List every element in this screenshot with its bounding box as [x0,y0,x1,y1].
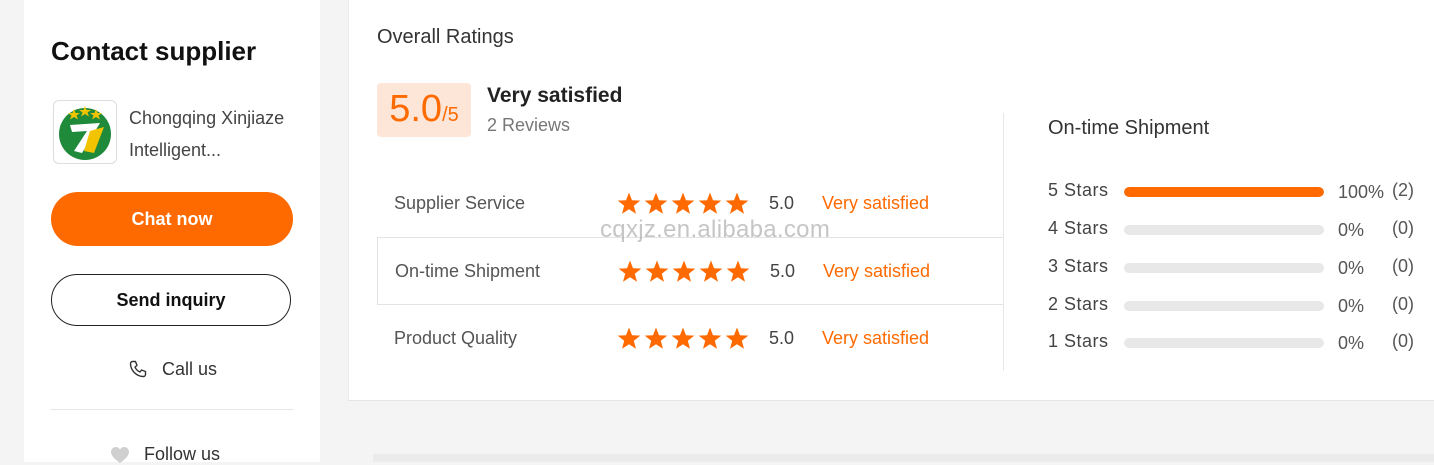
distribution-label: 4 Stars [1048,218,1109,238]
star-icon [725,327,749,349]
star-icon [617,192,641,214]
distribution-count: (0) [1392,294,1414,314]
distribution-label: 5 Stars [1048,180,1109,200]
reviews-count: 2 Reviews [487,115,571,135]
distribution-count: (0) [1392,331,1414,351]
star-icon [725,192,749,214]
distribution-count: (0) [1392,218,1414,238]
supplier-name[interactable]: Chongqing Xinjiaze Intelligent... [129,102,299,166]
distribution-count: (2) [1392,180,1414,200]
supplier-info[interactable]: Chongqing Xinjiaze Intelligent... [53,100,303,166]
distribution-percent: 100% [1338,182,1385,202]
call-us-label: Call us [162,358,218,379]
rating-label: On-time Shipment [395,260,541,281]
ratings-panel: Overall Ratings 5.0 /5 Very satisfied 2 … [348,0,1434,401]
bottom-section-edge [373,454,1434,462]
overall-score-max: /5 [442,104,459,126]
star-rating [618,260,750,283]
distribution-label: 1 Stars [1048,331,1109,351]
overall-ratings-title: Overall Ratings [377,26,514,48]
rating-label: Supplier Service [394,192,526,213]
distribution-count: (0) [1392,256,1414,276]
star-icon [726,260,750,282]
company-logo-icon [53,100,117,164]
phone-icon [129,360,147,378]
distribution-bar [1124,263,1324,273]
distribution-percent: 0% [1338,220,1365,240]
distribution-row: 4 Stars 0% (0) [1048,218,1428,242]
overall-summary: Very satisfied [487,84,623,107]
chat-now-button[interactable]: Chat now [51,192,293,246]
rating-text: Very satisfied [822,327,930,348]
star-icon [698,192,722,214]
star-icon [644,192,668,214]
rating-row-product-quality[interactable]: Product Quality 5.0 Very satisfied [377,305,1003,371]
rating-text: Very satisfied [823,260,931,281]
rating-score: 5.0 [769,327,795,348]
contact-supplier-title: Contact supplier [51,36,257,66]
distribution-bar [1124,187,1324,197]
distribution-title: On-time Shipment [1048,117,1210,139]
distribution-row: 5 Stars 100% (2) [1048,180,1428,204]
distribution-row: 1 Stars 0% (0) [1048,331,1428,355]
distribution-row: 2 Stars 0% (0) [1048,294,1428,318]
star-icon [672,260,696,282]
star-icon [671,327,695,349]
distribution-bar [1124,225,1324,235]
distribution-row: 3 Stars 0% (0) [1048,256,1428,280]
star-rating [617,192,749,215]
heart-icon [111,446,129,463]
distribution-percent: 0% [1338,333,1365,353]
supplier-name-line2: Intelligent... [129,140,222,160]
star-icon [671,192,695,214]
overall-score-badge: 5.0 /5 [377,83,471,137]
supplier-name-line1: Chongqing Xinjiaze [129,108,285,128]
panel-divider [1003,113,1004,371]
star-icon [644,327,668,349]
distribution-percent: 0% [1338,296,1365,316]
distribution-percent: 0% [1338,258,1365,278]
send-inquiry-button[interactable]: Send inquiry [51,274,291,326]
distribution-bar [1124,338,1324,348]
distribution-bar-fill [1124,187,1324,197]
rating-label: Product Quality [394,327,518,348]
distribution-label: 3 Stars [1048,256,1109,276]
call-us-link[interactable]: Call us [128,356,217,382]
rating-score: 5.0 [770,260,796,281]
sidebar-divider [50,409,294,410]
distribution-label: 2 Stars [1048,294,1109,314]
rating-text: Very satisfied [822,192,930,213]
star-icon [618,260,642,282]
star-icon [699,260,723,282]
watermark-text: cqxjz.en.alibaba.com [600,216,831,243]
star-rating [617,327,749,350]
star-icon [698,327,722,349]
star-icon [645,260,669,282]
star-icon [617,327,641,349]
rating-score: 5.0 [769,192,795,213]
contact-supplier-card: Contact supplier Chongqing Xinjiaze Inte… [24,0,320,464]
overall-score: 5.0 [389,88,443,130]
rating-row-on-time-shipment[interactable]: On-time Shipment 5.0 Very satisfied [377,237,1004,305]
distribution-bar [1124,301,1324,311]
